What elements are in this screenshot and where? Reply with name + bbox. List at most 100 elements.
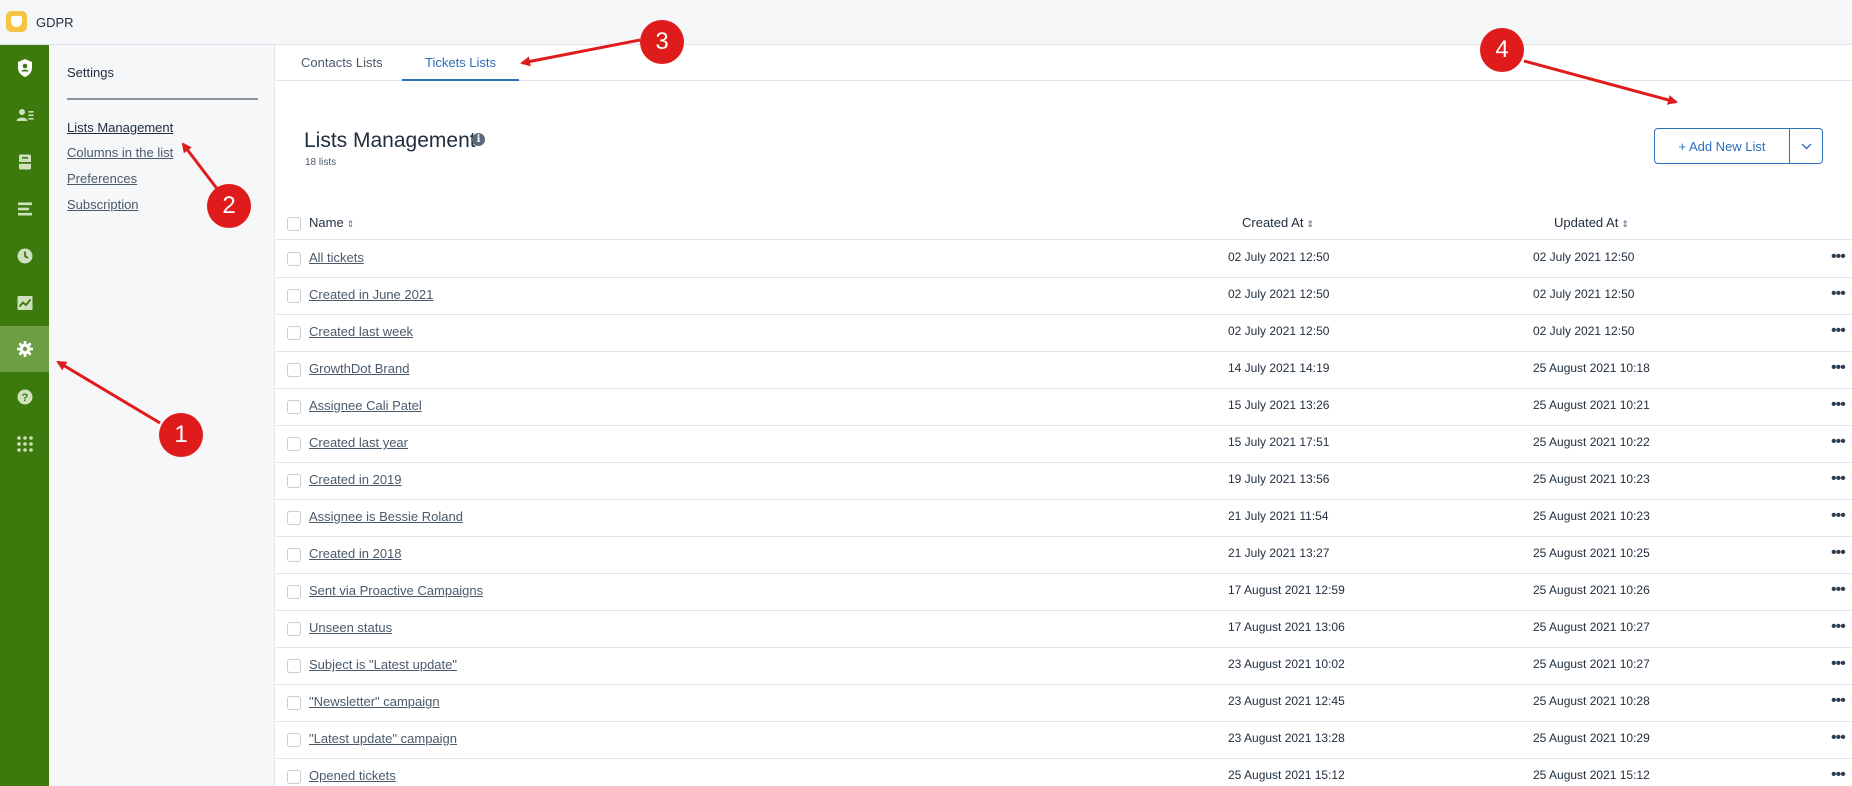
list-name-link[interactable]: GrowthDot Brand (309, 361, 409, 376)
row-checkbox[interactable] (287, 659, 301, 673)
row-more-actions-icon[interactable]: ••• (1831, 544, 1846, 562)
sidebar-item-lists-management[interactable]: Lists Management (67, 120, 173, 135)
row-checkbox[interactable] (287, 733, 301, 747)
column-header-updated-label: Updated At (1554, 215, 1619, 230)
list-name-link[interactable]: Subject is "Latest update" (309, 657, 457, 672)
table-row[interactable]: Sent via Proactive Campaigns 17 August 20… (276, 574, 1852, 611)
row-more-actions-icon[interactable]: ••• (1831, 322, 1846, 340)
list-name-link[interactable]: Sent via Proactive Campaigns (309, 583, 483, 598)
created-at-cell: 23 August 2021 13:28 (1228, 731, 1345, 745)
add-new-list-button[interactable]: + Add New List (1654, 128, 1790, 164)
rail-shield-user-icon[interactable] (0, 45, 49, 91)
list-name-link[interactable]: Created last week (309, 324, 413, 339)
table-row[interactable]: "Newsletter" campaign 23 August 2021 12:4… (276, 685, 1852, 722)
sidebar-item-preferences[interactable]: Preferences (67, 171, 137, 186)
list-name-link[interactable]: "Latest update" campaign (309, 731, 457, 746)
row-more-actions-icon[interactable]: ••• (1831, 692, 1846, 710)
list-name-link[interactable]: Created in 2018 (309, 546, 402, 561)
row-more-actions-icon[interactable]: ••• (1831, 729, 1846, 747)
row-checkbox[interactable] (287, 400, 301, 414)
table-row[interactable]: Created last year 15 July 2021 17:51 25 Au… (276, 426, 1852, 463)
list-name-link[interactable]: Created in June 2021 (309, 287, 433, 302)
row-checkbox[interactable] (287, 696, 301, 710)
rail-apps-grid-icon[interactable] (0, 421, 49, 467)
row-checkbox[interactable] (287, 585, 301, 599)
table-row[interactable]: Assignee is Bessie Roland 21 July 2021 11… (276, 500, 1852, 537)
updated-at-cell: 25 August 2021 10:23 (1533, 509, 1650, 523)
row-more-actions-icon[interactable]: ••• (1831, 285, 1846, 303)
row-checkbox[interactable] (287, 363, 301, 377)
row-more-actions-icon[interactable]: ••• (1831, 433, 1846, 451)
created-at-cell: 15 July 2021 13:26 (1228, 398, 1330, 412)
annotation-badge-2: 2 (207, 184, 251, 228)
created-at-cell: 02 July 2021 12:50 (1228, 250, 1330, 264)
rail-gear-icon[interactable] (0, 326, 49, 372)
row-more-actions-icon[interactable]: ••• (1831, 766, 1846, 784)
list-name-link[interactable]: Opened tickets (309, 768, 396, 783)
row-more-actions-icon[interactable]: ••• (1831, 248, 1846, 266)
sidebar-item-subscription[interactable]: Subscription (67, 197, 139, 212)
tab-contacts-lists[interactable]: Contacts Lists (301, 55, 383, 81)
created-at-cell: 02 July 2021 12:50 (1228, 287, 1330, 301)
rail-lists-icon[interactable] (0, 186, 49, 232)
row-checkbox[interactable] (287, 548, 301, 562)
table-row[interactable]: Created in 2019 19 July 2021 13:56 25 Augu… (276, 463, 1852, 500)
table-row[interactable]: "Latest update" campaign 23 August 2021 1… (276, 722, 1852, 759)
column-header-name[interactable]: Name ⇕ (309, 215, 354, 230)
info-icon[interactable]: i (472, 133, 485, 146)
tab-tickets-lists[interactable]: Tickets Lists (402, 55, 520, 81)
column-header-created-at[interactable]: Created At ⇕ (1242, 215, 1314, 230)
table-row[interactable]: Unseen status 17 August 2021 13:06 25 Augu… (276, 611, 1852, 648)
rail-clock-icon[interactable] (0, 233, 49, 279)
row-more-actions-icon[interactable]: ••• (1831, 655, 1846, 673)
row-more-actions-icon[interactable]: ••• (1831, 581, 1846, 599)
rail-help-icon[interactable]: ? (0, 374, 49, 420)
list-name-link[interactable]: Assignee Cali Patel (309, 398, 422, 413)
table-row[interactable]: GrowthDot Brand 14 July 2021 14:19 25 Augu… (276, 352, 1852, 389)
add-list-dropdown-button[interactable] (1789, 128, 1823, 164)
sidebar-item-columns-in-the-list[interactable]: Columns in the list (67, 145, 173, 160)
created-at-cell: 17 August 2021 12:59 (1228, 583, 1345, 597)
row-checkbox[interactable] (287, 437, 301, 451)
table-row[interactable]: Created in 2018 21 July 2021 13:27 25 Augu… (276, 537, 1852, 574)
row-more-actions-icon[interactable]: ••• (1831, 618, 1846, 636)
table-row[interactable]: Opened tickets 25 August 2021 15:12 25 Aug… (276, 759, 1852, 786)
table-row[interactable]: Created in June 2021 02 July 2021 12:50 02… (276, 278, 1852, 315)
row-more-actions-icon[interactable]: ••• (1831, 507, 1846, 525)
svg-text:?: ? (21, 392, 28, 404)
rail-inbox-icon[interactable] (0, 139, 49, 185)
created-at-cell: 19 July 2021 13:56 (1228, 472, 1330, 486)
list-name-link[interactable]: Created last year (309, 435, 408, 450)
list-name-link[interactable]: Unseen status (309, 620, 392, 635)
row-checkbox[interactable] (287, 622, 301, 636)
table-row[interactable]: Subject is "Latest update" 23 August 2021… (276, 648, 1852, 685)
updated-at-cell: 25 August 2021 10:25 (1533, 546, 1650, 560)
row-more-actions-icon[interactable]: ••• (1831, 396, 1846, 414)
updated-at-cell: 02 July 2021 12:50 (1533, 324, 1635, 338)
icon-rail: ? (0, 45, 49, 786)
row-checkbox[interactable] (287, 289, 301, 303)
row-checkbox[interactable] (287, 326, 301, 340)
list-name-link[interactable]: "Newsletter" campaign (309, 694, 440, 709)
row-checkbox[interactable] (287, 252, 301, 266)
updated-at-cell: 25 August 2021 10:26 (1533, 583, 1650, 597)
list-name-link[interactable]: All tickets (309, 250, 364, 265)
rail-reports-icon[interactable] (0, 280, 49, 326)
list-count: 18 lists (305, 157, 337, 168)
rail-contacts-icon[interactable] (0, 92, 49, 138)
table-row[interactable]: All tickets 02 July 2021 12:50 02 July 202… (276, 241, 1852, 278)
select-all-checkbox[interactable] (287, 217, 301, 231)
table-row[interactable]: Created last week 02 July 2021 12:50 02 Ju… (276, 315, 1852, 352)
chevron-down-icon (1801, 143, 1811, 149)
list-name-link[interactable]: Assignee is Bessie Roland (309, 509, 463, 524)
table-row[interactable]: Assignee Cali Patel 15 July 2021 13:26 25 … (276, 389, 1852, 426)
row-more-actions-icon[interactable]: ••• (1831, 359, 1846, 377)
list-name-link[interactable]: Created in 2019 (309, 472, 402, 487)
created-at-cell: 15 July 2021 17:51 (1228, 435, 1330, 449)
row-more-actions-icon[interactable]: ••• (1831, 470, 1846, 488)
row-checkbox[interactable] (287, 511, 301, 525)
created-at-cell: 14 July 2021 14:19 (1228, 361, 1330, 375)
row-checkbox[interactable] (287, 474, 301, 488)
column-header-updated-at[interactable]: Updated At ⇕ (1554, 215, 1629, 230)
row-checkbox[interactable] (287, 770, 301, 784)
